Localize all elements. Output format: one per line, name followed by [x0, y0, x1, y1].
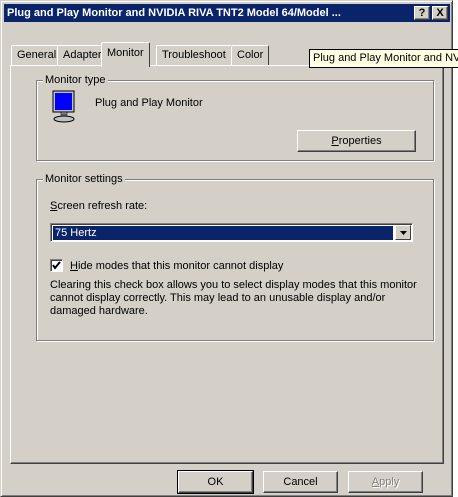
dropdown-arrow-button[interactable]	[395, 225, 411, 240]
tab-adapter-label: Adapter	[63, 49, 102, 61]
refresh-rate-value: 75 Hertz	[53, 226, 393, 240]
window-title: Plug and Play Monitor and NVIDIA RIVA TN…	[7, 7, 341, 19]
chevron-down-icon	[400, 231, 407, 235]
cancel-button-label: Cancel	[283, 476, 318, 488]
refresh-rate-select[interactable]: 75 Hertz	[50, 223, 413, 242]
apply-button[interactable]: Apply	[348, 471, 423, 493]
close-icon: X	[436, 7, 444, 19]
tab-general[interactable]: General	[11, 45, 63, 65]
ok-button-label: OK	[207, 476, 224, 488]
tab-color[interactable]: Color	[231, 45, 270, 65]
tab-adapter[interactable]: Adapter	[57, 45, 108, 65]
title-bar[interactable]: Plug and Play Monitor and NVIDIA RIVA TN…	[4, 4, 450, 22]
tab-troubleshoot-label: Troubleshoot	[162, 49, 226, 61]
ok-button[interactable]: OK	[177, 470, 254, 494]
help-icon: ?	[418, 7, 426, 19]
monitor-settings-label: Monitor settings	[43, 173, 125, 185]
properties-button[interactable]: Properties	[297, 130, 416, 152]
help-button[interactable]: ?	[414, 6, 430, 20]
apply-button-label: Apply	[371, 476, 400, 488]
tab-monitor-label: Monitor	[107, 47, 144, 59]
hide-modes-label[interactable]: Hide modes that this monitor cannot disp…	[70, 260, 283, 272]
tooltip-text: Plug and Play Monitor and NVIDIA	[313, 52, 458, 64]
cancel-button[interactable]: Cancel	[263, 471, 338, 493]
monitor-icon	[52, 90, 75, 123]
checkmark-icon	[52, 261, 61, 270]
tab-monitor[interactable]: Monitor	[101, 42, 150, 67]
warning-description: Clearing this check box allows you to se…	[50, 279, 417, 317]
properties-button-label: Properties	[331, 135, 382, 147]
monitor-name: Plug and Play Monitor	[95, 97, 203, 109]
hide-modes-checkbox[interactable]	[50, 259, 63, 272]
dialog-window: Plug and Play Monitor and NVIDIA RIVA TN…	[0, 0, 458, 497]
monitor-type-label: Monitor type	[43, 74, 108, 86]
tooltip: Plug and Play Monitor and NVIDIA	[309, 49, 458, 68]
close-button[interactable]: X	[432, 6, 448, 20]
tab-troubleshoot[interactable]: Troubleshoot	[156, 45, 232, 65]
refresh-rate-label: Screen refresh rate:	[50, 200, 148, 212]
tab-color-label: Color	[237, 49, 264, 61]
tab-general-label: General	[17, 49, 57, 61]
